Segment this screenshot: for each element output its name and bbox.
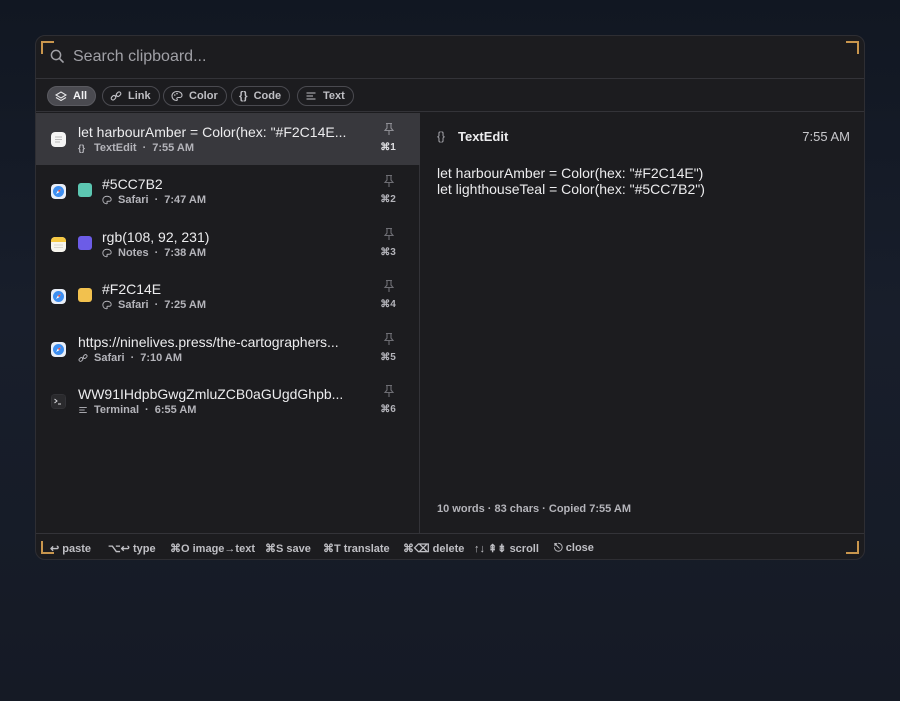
- shortcut-label: ⌘2: [380, 194, 396, 205]
- copied-time: 7:25 AM: [164, 299, 207, 311]
- pin-icon[interactable]: [383, 227, 395, 241]
- pin-icon[interactable]: [383, 122, 395, 136]
- color-swatch: [78, 236, 92, 250]
- copied-time: 7:10 AM: [140, 352, 183, 364]
- clipboard-item-title: let harbourAmber = Color(hex: "#F2C14E..…: [78, 124, 347, 140]
- clipboard-item-meta: {} TextEdit · 7:55 AM: [78, 142, 195, 154]
- clipboard-item-meta: Safari · 7:25 AM: [102, 299, 206, 311]
- close-icon: ⎋: [554, 542, 563, 554]
- clipboard-item-title: #F2C14E: [102, 281, 162, 297]
- preview-source-app: TextEdit: [458, 129, 509, 144]
- source-app: Safari: [118, 299, 149, 311]
- corner-accent: [41, 541, 54, 554]
- clipboard-item[interactable]: #F2C14E Safari · 7:25 AM ⌘4: [36, 270, 420, 322]
- filter-chip-label: Code: [253, 90, 282, 102]
- pin-icon[interactable]: [383, 174, 395, 188]
- clipboard-item-title: rgb(108, 92, 231): [102, 229, 210, 245]
- link-icon: [110, 91, 122, 101]
- preview-stats: 10 words · 83 chars · Copied 7:55 AM: [437, 503, 631, 515]
- filter-chip-label: Text: [323, 90, 345, 102]
- filter-chip-label: Link: [128, 90, 151, 102]
- notes-icon: [51, 237, 66, 252]
- palette-icon: [171, 90, 183, 102]
- source-app: Terminal: [94, 404, 140, 416]
- source-app: Safari: [94, 352, 125, 364]
- preview-time: 7:55 AM: [802, 129, 850, 144]
- shortcut-label: ⌘1: [380, 142, 396, 153]
- shortcut-hint-bar: ↩ paste ⌥↩ type ⌘O image→text ⌘S save ⌘T…: [36, 533, 864, 559]
- clipboard-item-title: https://ninelives.press/the-cartographer…: [78, 334, 339, 350]
- palette-icon: [102, 195, 112, 205]
- corner-accent: [846, 41, 859, 54]
- hint-scroll[interactable]: ↑↓ ⇞⇟ scroll: [474, 542, 539, 555]
- shortcut-label: ⌘4: [380, 299, 396, 310]
- clipboard-item-title: #5CC7B2: [102, 176, 163, 192]
- clipboard-item-meta: Terminal · 6:55 AM: [78, 404, 196, 416]
- filter-chip-label: Color: [189, 90, 218, 102]
- palette-icon: [102, 300, 112, 310]
- clipboard-panel: All Link Color {} Code Text let harbourA…: [35, 35, 865, 560]
- text-lines-icon: [306, 92, 316, 100]
- filter-chip-color[interactable]: Color: [163, 86, 227, 106]
- filter-chip-code[interactable]: {} Code: [231, 86, 291, 106]
- hint-paste[interactable]: ↩ paste: [50, 542, 91, 555]
- safari-icon: [51, 342, 66, 357]
- safari-icon: [51, 184, 66, 199]
- copied-time: 6:55 AM: [154, 404, 197, 416]
- filter-chip-label: All: [73, 90, 88, 102]
- braces-icon: {}: [239, 90, 248, 102]
- color-swatch: [78, 288, 92, 302]
- corner-accent: [41, 41, 54, 54]
- pin-icon[interactable]: [383, 332, 395, 346]
- preview-line: let lighthouseTeal = Color(hex: "#5CC7B2…: [437, 181, 705, 197]
- clipboard-item[interactable]: let harbourAmber = Color(hex: "#F2C14E..…: [36, 113, 420, 165]
- search-input[interactable]: [73, 45, 833, 69]
- preview-content[interactable]: let harbourAmber = Color(hex: "#F2C14E")…: [437, 165, 705, 197]
- filter-chip-link[interactable]: Link: [102, 86, 160, 106]
- clipboard-item-meta: Safari · 7:10 AM: [78, 352, 182, 364]
- braces-icon: {}: [437, 129, 446, 143]
- clipboard-item-title: WW91IHdpbGwgZmluZCB0aGUgdGhpb...: [78, 386, 344, 402]
- safari-icon: [51, 289, 66, 304]
- hint-image-to-text[interactable]: ⌘O image→text: [170, 542, 255, 555]
- corner-accent: [846, 541, 859, 554]
- textedit-icon: [51, 132, 66, 147]
- clipboard-item-meta: Notes · 7:38 AM: [102, 247, 206, 259]
- clipboard-item-meta: Safari · 7:47 AM: [102, 194, 206, 206]
- filter-chip-text[interactable]: Text: [297, 86, 354, 106]
- source-app: TextEdit: [94, 142, 137, 154]
- copied-time: 7:55 AM: [152, 142, 195, 154]
- color-swatch: [78, 183, 92, 197]
- hint-delete[interactable]: ⌘⌫ delete: [403, 542, 464, 555]
- clipboard-item[interactable]: https://ninelives.press/the-cartographer…: [36, 323, 420, 375]
- shortcut-label: ⌘5: [380, 352, 396, 363]
- source-app: Notes: [118, 247, 149, 259]
- clipboard-item[interactable]: #5CC7B2 Safari · 7:47 AM ⌘2: [36, 165, 420, 217]
- clipboard-item[interactable]: rgb(108, 92, 231) Notes · 7:38 AM ⌘3: [36, 218, 420, 270]
- hint-type[interactable]: ⌥↩ type: [108, 542, 156, 555]
- search-bar: [36, 36, 864, 79]
- pin-icon[interactable]: [383, 279, 395, 293]
- palette-icon: [102, 248, 112, 258]
- shortcut-label: ⌘6: [380, 404, 396, 415]
- stack-icon: [55, 91, 67, 102]
- filter-chip-all[interactable]: All: [47, 86, 97, 106]
- copied-time: 7:38 AM: [164, 247, 207, 259]
- pin-icon[interactable]: [383, 384, 395, 398]
- shortcut-label: ⌘3: [380, 247, 396, 258]
- link-icon: [78, 354, 88, 362]
- hint-translate[interactable]: ⌘T translate: [323, 542, 390, 555]
- clipboard-history-list: let harbourAmber = Color(hex: "#F2C14E..…: [36, 113, 420, 533]
- hint-save[interactable]: ⌘S save: [265, 542, 311, 555]
- terminal-icon: [51, 394, 66, 409]
- preview-line: let harbourAmber = Color(hex: "#F2C14E"): [437, 165, 704, 181]
- braces-icon: {}: [78, 143, 86, 153]
- clipboard-item[interactable]: WW91IHdpbGwgZmluZCB0aGUgdGhpb... Termina…: [36, 375, 420, 427]
- filter-bar: All Link Color {} Code Text: [36, 79, 864, 112]
- preview-pane: {} TextEdit 7:55 AM let harbourAmber = C…: [421, 113, 864, 533]
- hint-close[interactable]: ⎋ close: [554, 542, 594, 555]
- text-lines-icon: [79, 407, 87, 413]
- copied-time: 7:47 AM: [164, 194, 207, 206]
- source-app: Safari: [118, 194, 149, 206]
